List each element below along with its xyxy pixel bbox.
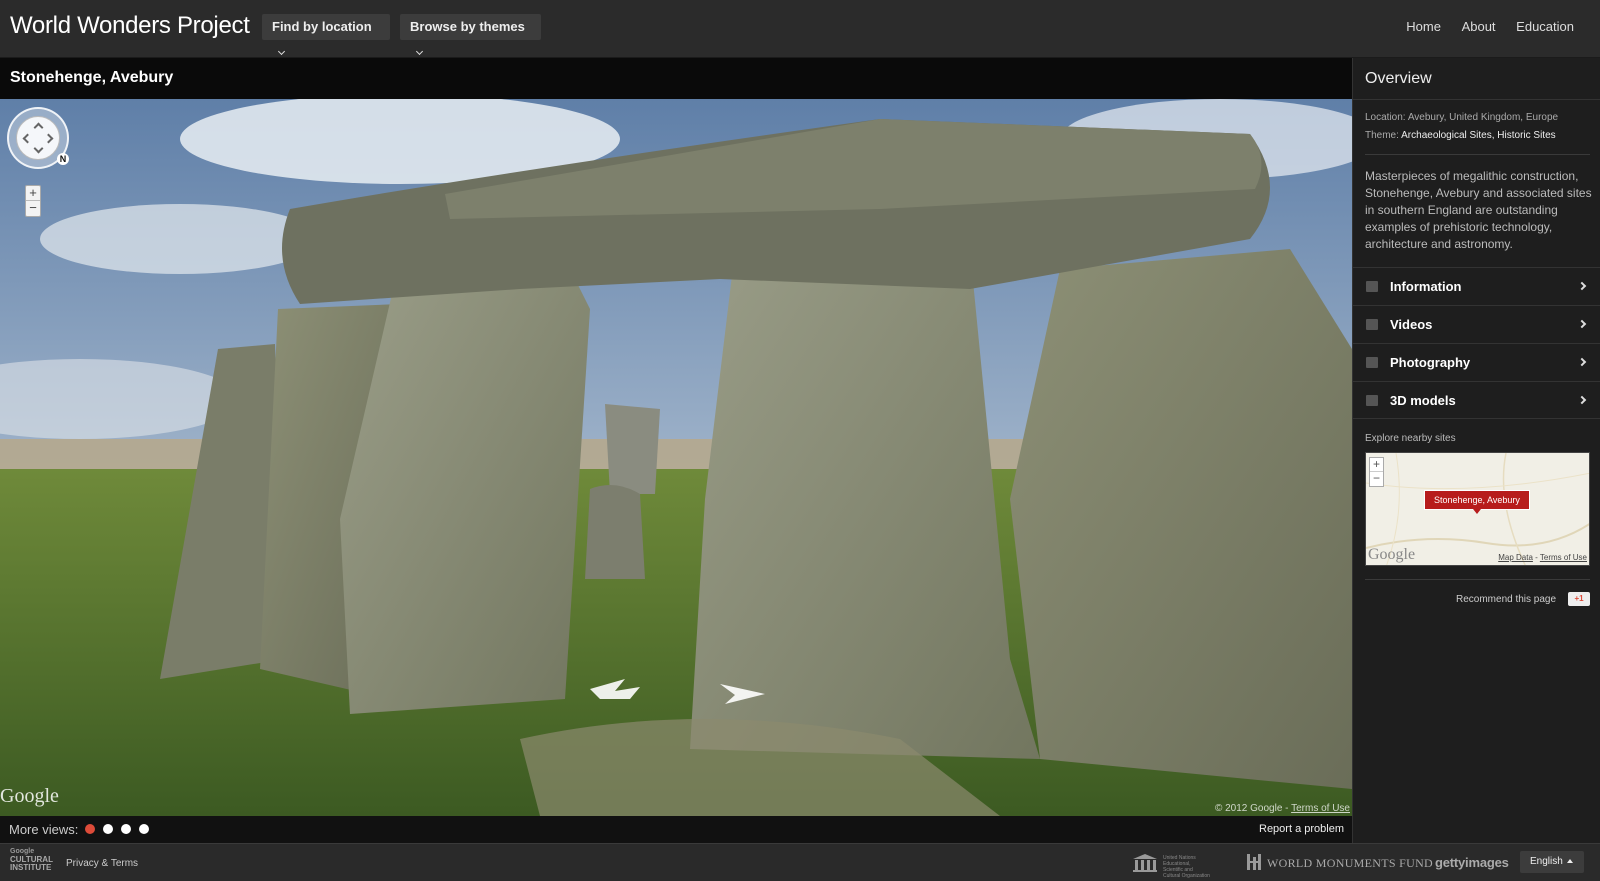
chevron-right-icon bbox=[1577, 357, 1587, 367]
place-title: Stonehenge, Avebury bbox=[10, 69, 174, 86]
pano-zoom-control: + − bbox=[25, 185, 41, 217]
menu-information[interactable]: Information bbox=[1353, 267, 1600, 305]
browse-by-themes-dropdown[interactable]: Browse by themes bbox=[400, 14, 541, 56]
caret-up-icon bbox=[1566, 859, 1573, 863]
map-zoom-out-button[interactable]: − bbox=[1370, 472, 1383, 486]
nav-about-link[interactable]: About bbox=[1462, 19, 1496, 34]
view-dot-4[interactable] bbox=[139, 824, 149, 834]
menu-videos-label: Videos bbox=[1390, 317, 1433, 332]
find-by-location-dropdown[interactable]: Find by location bbox=[262, 14, 390, 56]
privacy-terms-link[interactable]: Privacy & Terms bbox=[66, 858, 138, 869]
map-pin-stonehenge[interactable]: Stonehenge, Avebury bbox=[1424, 490, 1530, 514]
more-views-label: More views: bbox=[9, 822, 79, 837]
theme-meta: Theme: Archaeological Sites, Historic Si… bbox=[1365, 130, 1556, 141]
language-selector[interactable]: English bbox=[1520, 851, 1584, 873]
divider bbox=[1365, 154, 1590, 155]
overview-heading: Overview bbox=[1365, 70, 1432, 87]
wmf-logo-icon bbox=[1247, 854, 1261, 870]
pano-terms-link[interactable]: Terms of Use bbox=[1291, 803, 1350, 814]
unesco-caption: United Nations Educational, Scientific a… bbox=[1163, 855, 1210, 879]
theme-label: Theme: bbox=[1365, 130, 1402, 141]
recommend-label: Recommend this page bbox=[1456, 594, 1557, 605]
chevron-right-icon bbox=[1577, 395, 1587, 405]
view-dot-1[interactable] bbox=[85, 824, 95, 834]
map-zoom-control: + − bbox=[1369, 457, 1384, 487]
pan-down-icon[interactable] bbox=[33, 143, 44, 154]
footer: Google CULTURAL INSTITUTE Privacy & Term… bbox=[0, 843, 1600, 881]
pano-copyright-text: © 2012 Google - bbox=[1214, 803, 1292, 814]
menu-photography-label: Photography bbox=[1390, 355, 1471, 370]
chevron-down-icon bbox=[277, 47, 286, 56]
site-title[interactable]: World Wonders Project bbox=[10, 12, 250, 40]
cube-icon bbox=[1366, 395, 1378, 406]
divider bbox=[1353, 99, 1600, 100]
getty-images-logo[interactable]: gettyimages bbox=[1435, 855, 1509, 870]
google-plus-one-button[interactable]: +1 bbox=[1568, 592, 1590, 606]
menu-information-label: Information bbox=[1390, 279, 1462, 294]
language-label: English bbox=[1530, 856, 1563, 867]
menu-videos[interactable]: Videos bbox=[1353, 305, 1600, 343]
pan-up-icon[interactable] bbox=[33, 122, 44, 133]
pan-control-inner[interactable] bbox=[16, 116, 60, 160]
location-label: Location: bbox=[1365, 112, 1408, 123]
stonehenge-panorama-image bbox=[0, 99, 1352, 816]
menu-photography[interactable]: Photography bbox=[1353, 343, 1600, 381]
google-logo: Google bbox=[0, 785, 59, 807]
view-dot-2[interactable] bbox=[103, 824, 113, 834]
more-views-bar: More views: Report a problem bbox=[0, 816, 1352, 843]
top-nav: Home About Education bbox=[1389, 19, 1574, 34]
compass-north-icon[interactable]: N bbox=[57, 153, 69, 165]
overview-sidebar: Overview Location: Avebury, United Kingd… bbox=[1352, 58, 1600, 843]
map-data-link[interactable]: Map Data bbox=[1498, 553, 1533, 562]
browse-by-themes-label: Browse by themes bbox=[410, 19, 525, 34]
map-attribution: Map Data - Terms of Use bbox=[1498, 553, 1587, 562]
list-icon bbox=[1366, 281, 1378, 292]
top-bar: World Wonders Project Find by location B… bbox=[0, 0, 1600, 58]
chevron-right-icon bbox=[1577, 319, 1587, 329]
menu-3d-models-label: 3D models bbox=[1390, 393, 1456, 408]
chevron-right-icon bbox=[1577, 281, 1587, 291]
chevron-down-icon bbox=[415, 47, 424, 56]
location-value: Avebury, United Kingdom, Europe bbox=[1407, 112, 1559, 123]
map-terms-link[interactable]: Terms of Use bbox=[1540, 553, 1587, 562]
nav-home-link[interactable]: Home bbox=[1406, 19, 1441, 34]
film-icon bbox=[1366, 319, 1378, 330]
theme-value-link[interactable]: Archaeological Sites, Historic Sites bbox=[1401, 130, 1556, 141]
zoom-in-button[interactable]: + bbox=[26, 186, 40, 201]
place-title-bar: Stonehenge, Avebury bbox=[0, 58, 1352, 99]
street-view-panorama[interactable]: N + − Google © 2012 Google - Terms of Us… bbox=[0, 99, 1352, 816]
pan-left-icon[interactable] bbox=[22, 133, 33, 144]
map-attribution-dash: - bbox=[1532, 553, 1540, 562]
find-by-location-label: Find by location bbox=[272, 19, 372, 34]
pan-right-icon[interactable] bbox=[43, 133, 54, 144]
nearby-sites-map[interactable]: + − Stonehenge, Avebury Google Map Data … bbox=[1365, 452, 1590, 566]
zoom-out-button[interactable]: − bbox=[26, 201, 40, 216]
camera-icon bbox=[1366, 357, 1378, 368]
pano-copyright: © 2012 Google - Terms of Use bbox=[1215, 803, 1350, 814]
gci-line-3: INSTITUTE bbox=[10, 863, 52, 872]
pan-control[interactable]: N bbox=[7, 107, 69, 169]
unesco-temple-icon[interactable] bbox=[1132, 853, 1158, 873]
site-description: Masterpieces of megalithic construction,… bbox=[1365, 169, 1592, 251]
view-dot-3[interactable] bbox=[121, 824, 131, 834]
map-zoom-in-button[interactable]: + bbox=[1370, 458, 1383, 472]
nav-education-link[interactable]: Education bbox=[1516, 19, 1574, 34]
map-google-logo: Google bbox=[1368, 546, 1416, 563]
explore-nearby-heading: Explore nearby sites bbox=[1365, 433, 1456, 444]
world-monuments-fund-logo[interactable]: WORLD MONUMENTS FUND bbox=[1267, 856, 1433, 871]
report-problem-link[interactable]: Report a problem bbox=[1259, 823, 1344, 835]
location-meta: Location: Avebury, United Kingdom, Europ… bbox=[1365, 112, 1558, 123]
menu-3d-models[interactable]: 3D models bbox=[1353, 381, 1600, 419]
google-cultural-institute-logo[interactable]: Google CULTURAL INSTITUTE bbox=[10, 848, 53, 872]
divider bbox=[1365, 579, 1590, 580]
